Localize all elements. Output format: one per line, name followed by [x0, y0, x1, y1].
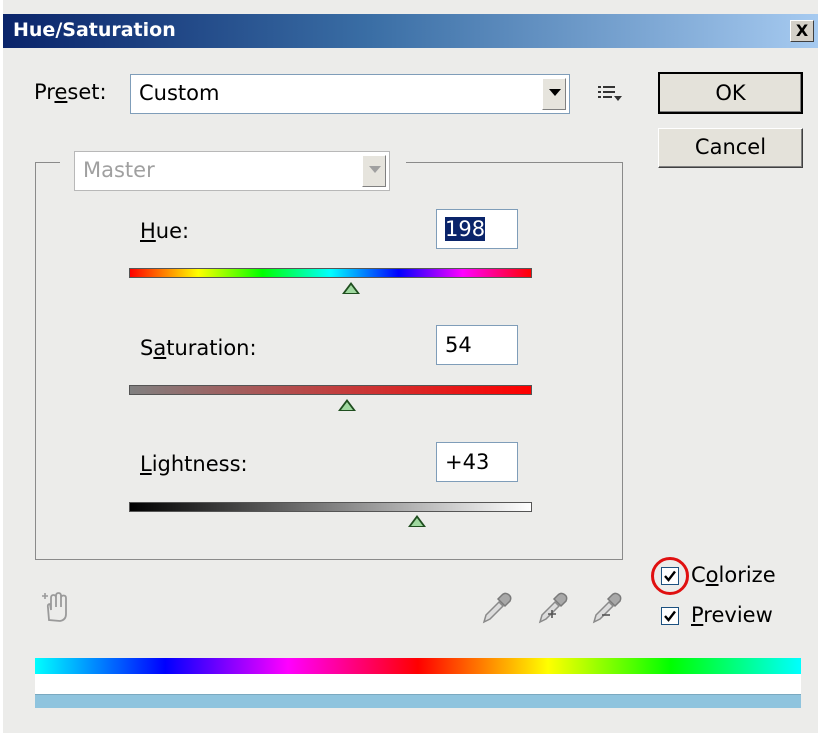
panel-menu-icon[interactable] — [597, 84, 623, 104]
eyedropper-minus-icon[interactable] — [590, 590, 624, 626]
colorize-label-accel: o — [705, 563, 719, 587]
colorize-highlight-circle — [651, 557, 689, 595]
cancel-button[interactable]: Cancel — [658, 128, 803, 168]
saturation-label-part: turation: — [166, 336, 257, 360]
window-title: Hue/Saturation — [13, 19, 176, 41]
eyedropper-plus-icon[interactable] — [536, 590, 570, 626]
preview-label-accel: P — [691, 603, 704, 627]
ok-label: OK — [715, 81, 746, 105]
saturation-label: Saturation: — [140, 336, 257, 360]
preset-value: Custom — [139, 81, 220, 105]
channel-select[interactable]: Master — [74, 151, 390, 191]
preview-label[interactable]: Preview — [691, 603, 773, 627]
saturation-label-accel: a — [153, 336, 167, 360]
hue-label-accel: H — [140, 219, 156, 243]
input-color-bar — [35, 658, 801, 674]
saturation-label-part: S — [140, 336, 154, 360]
preset-select[interactable]: Custom — [130, 74, 570, 114]
channel-value: Master — [83, 158, 155, 182]
lightness-value: +43 — [445, 450, 490, 474]
chevron-down-icon[interactable] — [542, 78, 566, 110]
hue-input[interactable]: 198 — [436, 209, 518, 249]
title-bar[interactable]: Hue/Saturation X — [3, 14, 818, 48]
preset-label: Preset: — [34, 80, 107, 104]
close-icon: X — [795, 21, 809, 40]
color-bar-gap — [35, 674, 801, 694]
lightness-label-accel: L — [140, 452, 152, 476]
hand-target-icon[interactable] — [40, 590, 74, 624]
lightness-label: Lightness: — [140, 452, 248, 476]
colorize-label-part: lorize — [718, 563, 776, 587]
adjustment-group — [35, 162, 623, 560]
hue-saturation-dialog: Hue/Saturation X Preset: Custom OK Cance… — [0, 0, 818, 733]
hue-slider-track[interactable] — [129, 268, 532, 278]
hue-label-part: ue: — [155, 219, 190, 243]
checkmark-icon — [664, 610, 676, 622]
preset-label-part: set: — [67, 80, 107, 104]
saturation-input[interactable]: 54 — [436, 325, 518, 365]
lightness-label-part: ightness: — [151, 452, 248, 476]
preset-label-part: Pr — [34, 80, 55, 104]
preview-checkbox[interactable] — [661, 607, 679, 625]
eyedropper-icon[interactable] — [480, 590, 514, 626]
colorize-label-part: C — [691, 563, 706, 587]
close-button[interactable]: X — [790, 20, 814, 42]
saturation-value: 54 — [445, 333, 472, 357]
chevron-down-icon[interactable] — [362, 155, 386, 187]
lightness-input[interactable]: +43 — [436, 442, 518, 482]
hue-label: Hue: — [140, 219, 189, 243]
lightness-slider-track[interactable] — [129, 502, 532, 512]
hue-value: 198 — [445, 217, 486, 241]
cancel-label: Cancel — [694, 135, 767, 159]
output-color-bar — [35, 694, 801, 708]
ok-button[interactable]: OK — [658, 72, 803, 114]
colorize-label[interactable]: Colorize — [691, 563, 776, 587]
saturation-slider-track[interactable] — [129, 385, 532, 395]
preset-label-accel: e — [54, 80, 68, 104]
preview-label-part: review — [703, 603, 773, 627]
